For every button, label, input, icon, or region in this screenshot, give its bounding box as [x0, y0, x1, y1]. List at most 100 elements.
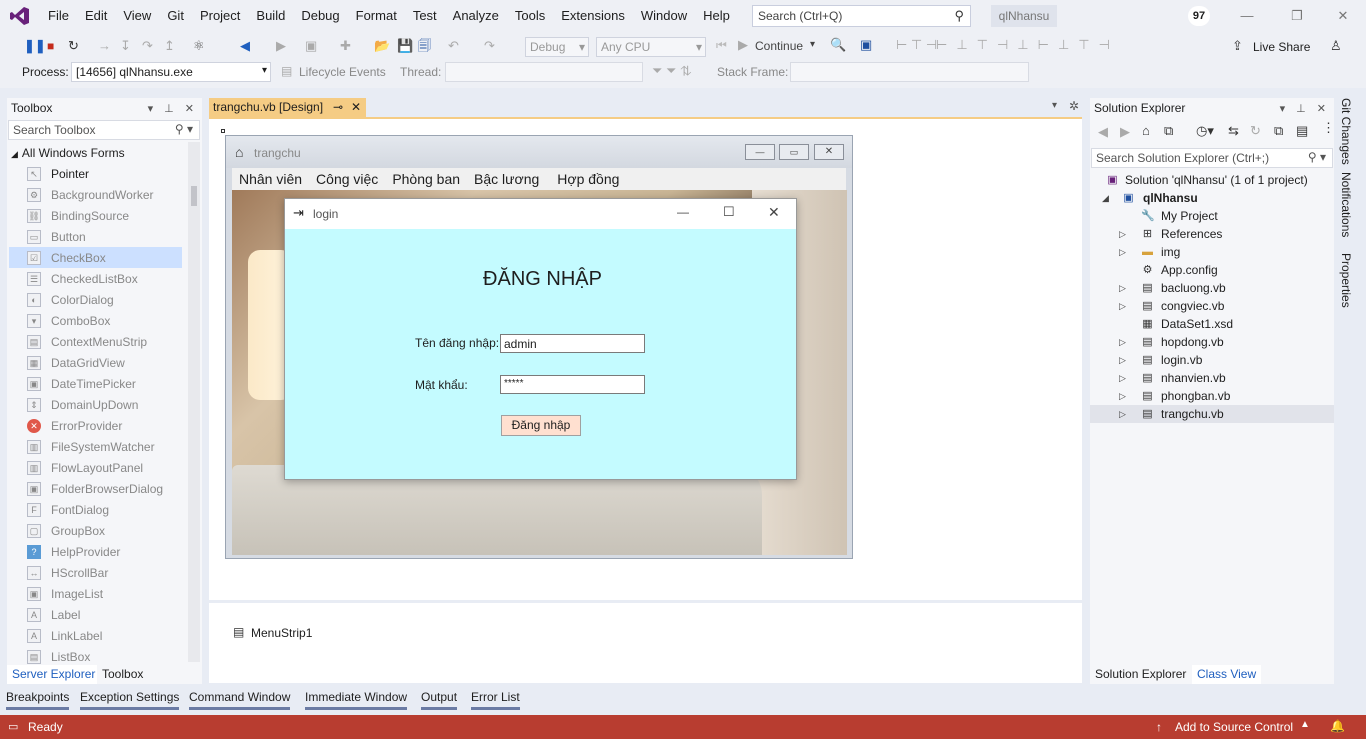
close-tab-icon[interactable]: ✕	[351, 100, 361, 114]
thread-select[interactable]	[445, 62, 643, 82]
login-window[interactable]: ⇥ login — ☐ ✕ ĐĂNG NHẬP Tên đăng nhập: a…	[284, 198, 797, 480]
notification-count-badge[interactable]: 97	[1188, 6, 1210, 26]
tab-properties[interactable]: Properties	[1339, 253, 1353, 308]
toolbox-item-checkedlistbox[interactable]: ☰ CheckedListBox	[9, 268, 182, 289]
close-icon[interactable]: ✕	[768, 204, 780, 221]
lifecycle-events-button[interactable]: Lifecycle Events	[299, 65, 386, 79]
minimize-icon[interactable]: —	[745, 144, 775, 160]
menu-test[interactable]: Test	[405, 0, 445, 32]
username-input[interactable]: admin	[500, 334, 645, 353]
undo-icon[interactable]: ↶	[448, 36, 459, 56]
scrollbar-thumb[interactable]	[191, 186, 197, 206]
step-back-icon[interactable]: ⏮	[716, 38, 727, 53]
tree-item-phongban-vb[interactable]: ▷ ▤ phongban.vb	[1090, 387, 1334, 405]
show-all-files-icon[interactable]: ▤	[1296, 123, 1308, 139]
toolbox-group-header[interactable]: ◢ All Windows Forms	[11, 146, 125, 160]
expand-icon[interactable]: ▷	[1119, 247, 1126, 258]
switch-views-icon[interactable]: ⧉	[1164, 123, 1173, 139]
tree-item-nhanvien-vb[interactable]: ▷ ▤ nhanvien.vb	[1090, 369, 1334, 387]
toolbox-item-datagridview[interactable]: ▦ DataGridView	[9, 352, 182, 373]
refresh-icon[interactable]: ↻	[1250, 123, 1261, 139]
tree-item-dataset1-xsd[interactable]: ▦ DataSet1.xsd	[1090, 315, 1334, 333]
step-over-icon[interactable]: ↷	[142, 36, 153, 56]
global-search-input[interactable]: Search (Ctrl+Q) ⚲	[752, 5, 971, 27]
process-select[interactable]: [14656] qlNhansu.exe ▾	[71, 62, 271, 82]
menustrip-component[interactable]: MenuStrip1	[251, 626, 312, 640]
menu-help[interactable]: Help	[695, 0, 738, 32]
tree-item-congviec-vb[interactable]: ▷ ▤ congviec.vb	[1090, 297, 1334, 315]
toolbox-item-hscrollbar[interactable]: ↔ HScrollBar	[9, 562, 182, 583]
tree-item-hopdong-vb[interactable]: ▷ ▤ hopdong.vb	[1090, 333, 1334, 351]
menu-bac-luong[interactable]: Bậc lương	[467, 171, 546, 187]
toolbox-item-pointer[interactable]: ↖ Pointer	[9, 163, 182, 184]
toolbox-item-backgroundworker[interactable]: ⚙ BackgroundWorker	[9, 184, 182, 205]
menu-extensions[interactable]: Extensions	[553, 0, 633, 32]
step-into-icon[interactable]: ↧	[120, 36, 131, 56]
menu-build[interactable]: Build	[248, 0, 293, 32]
live-share-icon[interactable]: ⇪	[1232, 38, 1243, 54]
platform-select[interactable]: Any CPU ▾	[596, 37, 706, 57]
save-icon[interactable]: 💾	[397, 36, 413, 56]
expand-icon[interactable]: ▷	[1119, 355, 1126, 366]
menu-nhan-vien[interactable]: Nhân viên	[232, 171, 309, 187]
menu-project[interactable]: Project	[192, 0, 248, 32]
menu-view[interactable]: View	[115, 0, 159, 32]
selection-handle[interactable]	[221, 129, 225, 133]
tab-breakpoints[interactable]: Breakpoints	[6, 689, 70, 710]
menu-debug[interactable]: Debug	[293, 0, 347, 32]
toolbox-search-input[interactable]: Search Toolbox ⚲ ▾	[8, 120, 200, 140]
menu-hop-dong[interactable]: Hợp đồng	[550, 171, 626, 187]
notifications-bell-icon[interactable]: 🔔	[1330, 719, 1345, 733]
toolbox-item-helpprovider[interactable]: ? HelpProvider	[9, 541, 182, 562]
align-lefts-icon[interactable]: ⊢ ⊤ ⊣	[896, 37, 937, 53]
toolbox-item-colordialog[interactable]: ◐ ColorDialog	[9, 289, 182, 310]
expand-icon[interactable]: ▷	[1119, 373, 1126, 384]
tab-notifications[interactable]: Notifications	[1339, 172, 1353, 237]
expand-icon[interactable]: ▷	[1119, 391, 1126, 402]
toolbox-item-imagelist[interactable]: ▣ ImageList	[9, 583, 182, 604]
live-share-button[interactable]: Live Share	[1253, 40, 1310, 54]
save-all-icon[interactable]: 🗐	[418, 36, 431, 56]
tree-item-references[interactable]: ▷ ⊞ References	[1090, 225, 1334, 243]
menu-tools[interactable]: Tools	[507, 0, 553, 32]
toolbox-item-bindingsource[interactable]: ⛓ BindingSource	[9, 205, 182, 226]
toolbox-item-listbox[interactable]: ▤ ListBox	[9, 646, 182, 667]
project-node[interactable]: ◢ ▣ qlNhansu	[1090, 189, 1334, 207]
toolbox-item-contextmenustrip[interactable]: ▤ ContextMenuStrip	[9, 331, 182, 352]
password-input[interactable]: *****	[500, 375, 645, 394]
solution-node[interactable]: ▣ Solution 'qlNhansu' (1 of 1 project)	[1090, 171, 1334, 189]
tab-git-changes[interactable]: Git Changes	[1339, 98, 1353, 165]
tab-exception-settings[interactable]: Exception Settings	[80, 689, 180, 710]
tab-class-view[interactable]: Class View	[1192, 665, 1262, 684]
add-item-icon[interactable]: ✚	[340, 36, 351, 56]
toolbox-item-filesystemwatcher[interactable]: ▥ FileSystemWatcher	[9, 436, 182, 457]
screenshot-icon[interactable]: ▣	[860, 37, 872, 53]
tree-item-img[interactable]: ▷ ▬ img	[1090, 243, 1334, 261]
toolbox-item-button[interactable]: ▭ Button	[9, 226, 182, 247]
expand-icon[interactable]: ▷	[1119, 337, 1126, 348]
toolbox-item-folderbrowserdialog[interactable]: ▣ FolderBrowserDialog	[9, 478, 182, 499]
tab-error-list[interactable]: Error List	[471, 689, 520, 710]
toolbox-item-errorprovider[interactable]: ✕ ErrorProvider	[9, 415, 182, 436]
menu-phong-ban[interactable]: Phòng ban	[385, 171, 467, 187]
collapse-icon[interactable]: ◢	[1102, 193, 1109, 204]
toolbox-scrollbar[interactable]	[188, 142, 200, 662]
navigate-back-icon[interactable]: ◀	[240, 36, 250, 56]
menu-analyze[interactable]: Analyze	[445, 0, 507, 32]
tab-overflow-icon[interactable]: ▾	[1052, 100, 1057, 111]
pin-icon[interactable]: ⊸	[333, 100, 343, 114]
tab-trangchu-design[interactable]: trangchu.vb [Design] ⊸ ✕	[209, 98, 366, 118]
menu-git[interactable]: Git	[159, 0, 192, 32]
maximize-icon[interactable]: ▭	[779, 144, 809, 160]
sync-icon[interactable]: ⇆	[1228, 123, 1239, 139]
back-icon[interactable]: ◀	[1098, 124, 1108, 140]
open-file-icon[interactable]: 📂	[374, 36, 390, 56]
restart-icon[interactable]: ↻	[68, 36, 79, 56]
feedback-icon[interactable]: ♙	[1330, 38, 1342, 54]
panel-controls-icon[interactable]: ▾ ⊥ ✕	[148, 102, 198, 115]
expand-icon[interactable]: ▷	[1119, 301, 1126, 312]
chevron-up-icon[interactable]: ▲	[1300, 719, 1310, 730]
more-icon[interactable]: ⋮	[1322, 120, 1335, 136]
home-icon[interactable]: ⌂	[1142, 123, 1150, 138]
show-next-statement-icon[interactable]: →	[98, 36, 111, 56]
